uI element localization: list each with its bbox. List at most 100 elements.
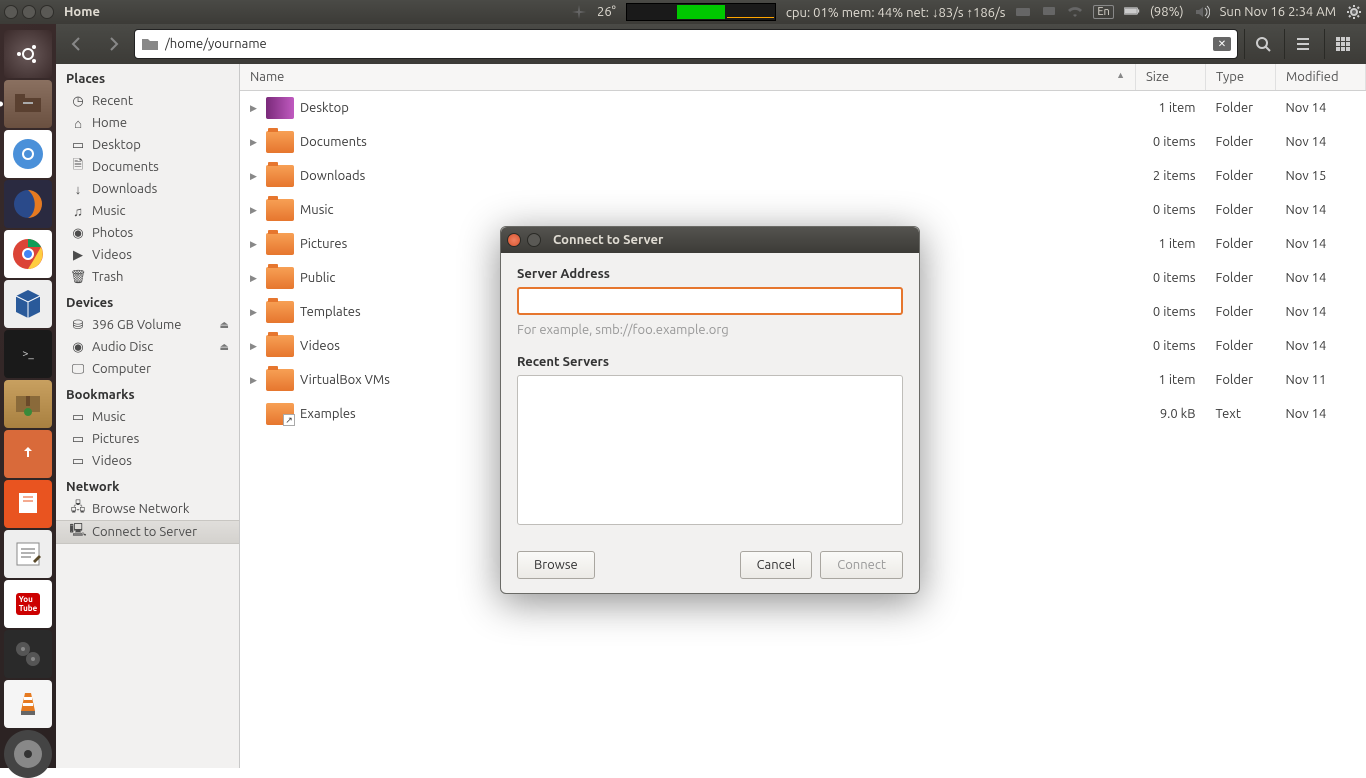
launcher-updater[interactable] xyxy=(4,430,52,478)
file-type: Folder xyxy=(1206,125,1276,159)
monitor-icon[interactable] xyxy=(1041,4,1057,20)
sidebar-item-downloads[interactable]: ↓Downloads xyxy=(56,178,239,200)
sort-asc-icon: ▲ xyxy=(1116,70,1125,80)
sidebar-bookmark-videos[interactable]: ▭Videos xyxy=(56,450,239,472)
path-input[interactable] xyxy=(165,37,1207,51)
file-size: 1 item xyxy=(1136,227,1206,261)
eject-icon[interactable]: ⏏ xyxy=(220,319,229,331)
sidebar-item-audio-disc[interactable]: ◉Audio Disc⏏ xyxy=(56,336,239,358)
sidebar-item-396-gb-volume[interactable]: ⛁396 GB Volume⏏ xyxy=(56,314,239,336)
battery-icon[interactable] xyxy=(1124,4,1140,20)
launcher-chromium[interactable] xyxy=(4,130,52,178)
file-row[interactable]: ▶Documents0 itemsFolderNov 14 xyxy=(240,125,1366,159)
launcher-firefox[interactable] xyxy=(4,180,52,228)
dialog-titlebar[interactable]: Connect to Server xyxy=(501,227,919,253)
music-icon: ♫ xyxy=(70,203,86,219)
keyboard-icon[interactable] xyxy=(1015,4,1031,20)
file-row[interactable]: ▶Downloads2 itemsFolderNov 15 xyxy=(240,159,1366,193)
launcher-text-editor[interactable] xyxy=(4,530,52,578)
sidebar-item-photos[interactable]: ◉Photos xyxy=(56,222,239,244)
launcher-dash[interactable] xyxy=(4,30,52,78)
column-modified[interactable]: Modified xyxy=(1276,64,1366,91)
launcher-youtube[interactable]: YouTube xyxy=(4,580,52,628)
doc-icon: 🗎 xyxy=(70,159,86,175)
language-indicator[interactable]: En xyxy=(1093,5,1113,19)
volume-icon[interactable] xyxy=(1194,4,1210,20)
dialog-close-icon[interactable] xyxy=(507,233,521,247)
clock[interactable]: Sun Nov 16 2:34 AM xyxy=(1220,5,1336,19)
launcher-media[interactable] xyxy=(4,630,52,678)
file-row[interactable]: ▶Music0 itemsFolderNov 14 xyxy=(240,193,1366,227)
browse-button[interactable]: Browse xyxy=(517,551,595,579)
expand-icon[interactable]: ▶ xyxy=(250,273,260,284)
recent-servers-list[interactable] xyxy=(517,375,903,525)
dialog-minimize-icon[interactable] xyxy=(527,233,541,247)
path-bar[interactable]: ✕ xyxy=(134,29,1238,59)
sidebar-item-recent[interactable]: ◷Recent xyxy=(56,90,239,112)
connect-button[interactable]: Connect xyxy=(820,551,903,579)
sidebar-item-computer[interactable]: 🖵Computer xyxy=(56,358,239,380)
expand-icon[interactable]: ▶ xyxy=(250,307,260,318)
sidebar-item-documents[interactable]: 🗎Documents xyxy=(56,156,239,178)
file-size: 0 items xyxy=(1136,261,1206,295)
nav-forward-button[interactable] xyxy=(98,29,128,59)
window-minimize-icon[interactable] xyxy=(22,5,36,19)
column-size[interactable]: Size xyxy=(1136,64,1206,91)
places-sidebar: Places◷Recent⌂Home▭Desktop🗎Documents↓Dow… xyxy=(56,64,240,768)
launcher-terminal[interactable]: >_ xyxy=(4,330,52,378)
launcher-disc[interactable] xyxy=(4,730,52,778)
gear-icon[interactable] xyxy=(1346,4,1362,20)
clear-path-button[interactable]: ✕ xyxy=(1213,37,1231,51)
sidebar-item-connect-to-server[interactable]: 🖳Connect to Server xyxy=(56,520,239,544)
devices-header: Devices xyxy=(56,288,239,314)
expand-icon[interactable]: ▶ xyxy=(250,341,260,352)
hdd-icon: ⛁ xyxy=(70,317,86,333)
sidebar-bookmark-music[interactable]: ▭Music xyxy=(56,406,239,428)
launcher-vlc[interactable] xyxy=(4,680,52,728)
window-close-icon[interactable] xyxy=(4,5,18,19)
folder-icon xyxy=(141,37,159,51)
column-name[interactable]: Name▲ xyxy=(240,64,1136,91)
view-options-button[interactable] xyxy=(1284,29,1320,59)
system-graph[interactable] xyxy=(626,3,776,21)
grid-view-button[interactable] xyxy=(1324,29,1360,59)
launcher-software-center[interactable] xyxy=(4,480,52,528)
expand-icon[interactable]: ▶ xyxy=(250,103,260,114)
launcher-files[interactable] xyxy=(4,80,52,128)
sidebar-item-music[interactable]: ♫Music xyxy=(56,200,239,222)
wifi-icon[interactable] xyxy=(1067,4,1083,20)
column-type[interactable]: Type xyxy=(1206,64,1276,91)
file-modified: Nov 14 xyxy=(1276,91,1366,126)
expand-icon[interactable]: ▶ xyxy=(250,239,260,250)
launcher-chrome[interactable] xyxy=(4,230,52,278)
cancel-button[interactable]: Cancel xyxy=(740,551,813,579)
sidebar-item-desktop[interactable]: ▭Desktop xyxy=(56,134,239,156)
sidebar-item-videos[interactable]: ▶Videos xyxy=(56,244,239,266)
window-maximize-icon[interactable] xyxy=(40,5,54,19)
file-type: Folder xyxy=(1206,227,1276,261)
file-type: Folder xyxy=(1206,193,1276,227)
launcher-archive[interactable] xyxy=(4,380,52,428)
eject-icon[interactable]: ⏏ xyxy=(220,341,229,353)
sidebar-item-browse-network[interactable]: 🖧Browse Network xyxy=(56,498,239,520)
server-address-input[interactable] xyxy=(517,287,903,315)
nav-back-button[interactable] xyxy=(62,29,92,59)
folder-icon xyxy=(266,369,294,391)
sidebar-item-home[interactable]: ⌂Home xyxy=(56,112,239,134)
disc-icon: ◉ xyxy=(70,339,86,355)
expand-icon[interactable]: ▶ xyxy=(250,375,260,386)
dialog-title: Connect to Server xyxy=(553,233,663,247)
weather-icon[interactable] xyxy=(571,4,587,20)
expand-icon[interactable]: ▶ xyxy=(250,137,260,148)
expand-icon[interactable]: ▶ xyxy=(250,205,260,216)
launcher-virtualbox[interactable] xyxy=(4,280,52,328)
unity-launcher: >_ YouTube xyxy=(0,24,56,768)
search-button[interactable] xyxy=(1244,29,1280,59)
expand-icon[interactable]: ▶ xyxy=(250,171,260,182)
folder-icon xyxy=(266,267,294,289)
server-icon: 🖳 xyxy=(70,524,86,540)
file-row[interactable]: ▶Desktop1 itemFolderNov 14 xyxy=(240,91,1366,126)
bookmarks-header: Bookmarks xyxy=(56,380,239,406)
sidebar-item-trash[interactable]: 🗑Trash xyxy=(56,266,239,288)
sidebar-bookmark-pictures[interactable]: ▭Pictures xyxy=(56,428,239,450)
